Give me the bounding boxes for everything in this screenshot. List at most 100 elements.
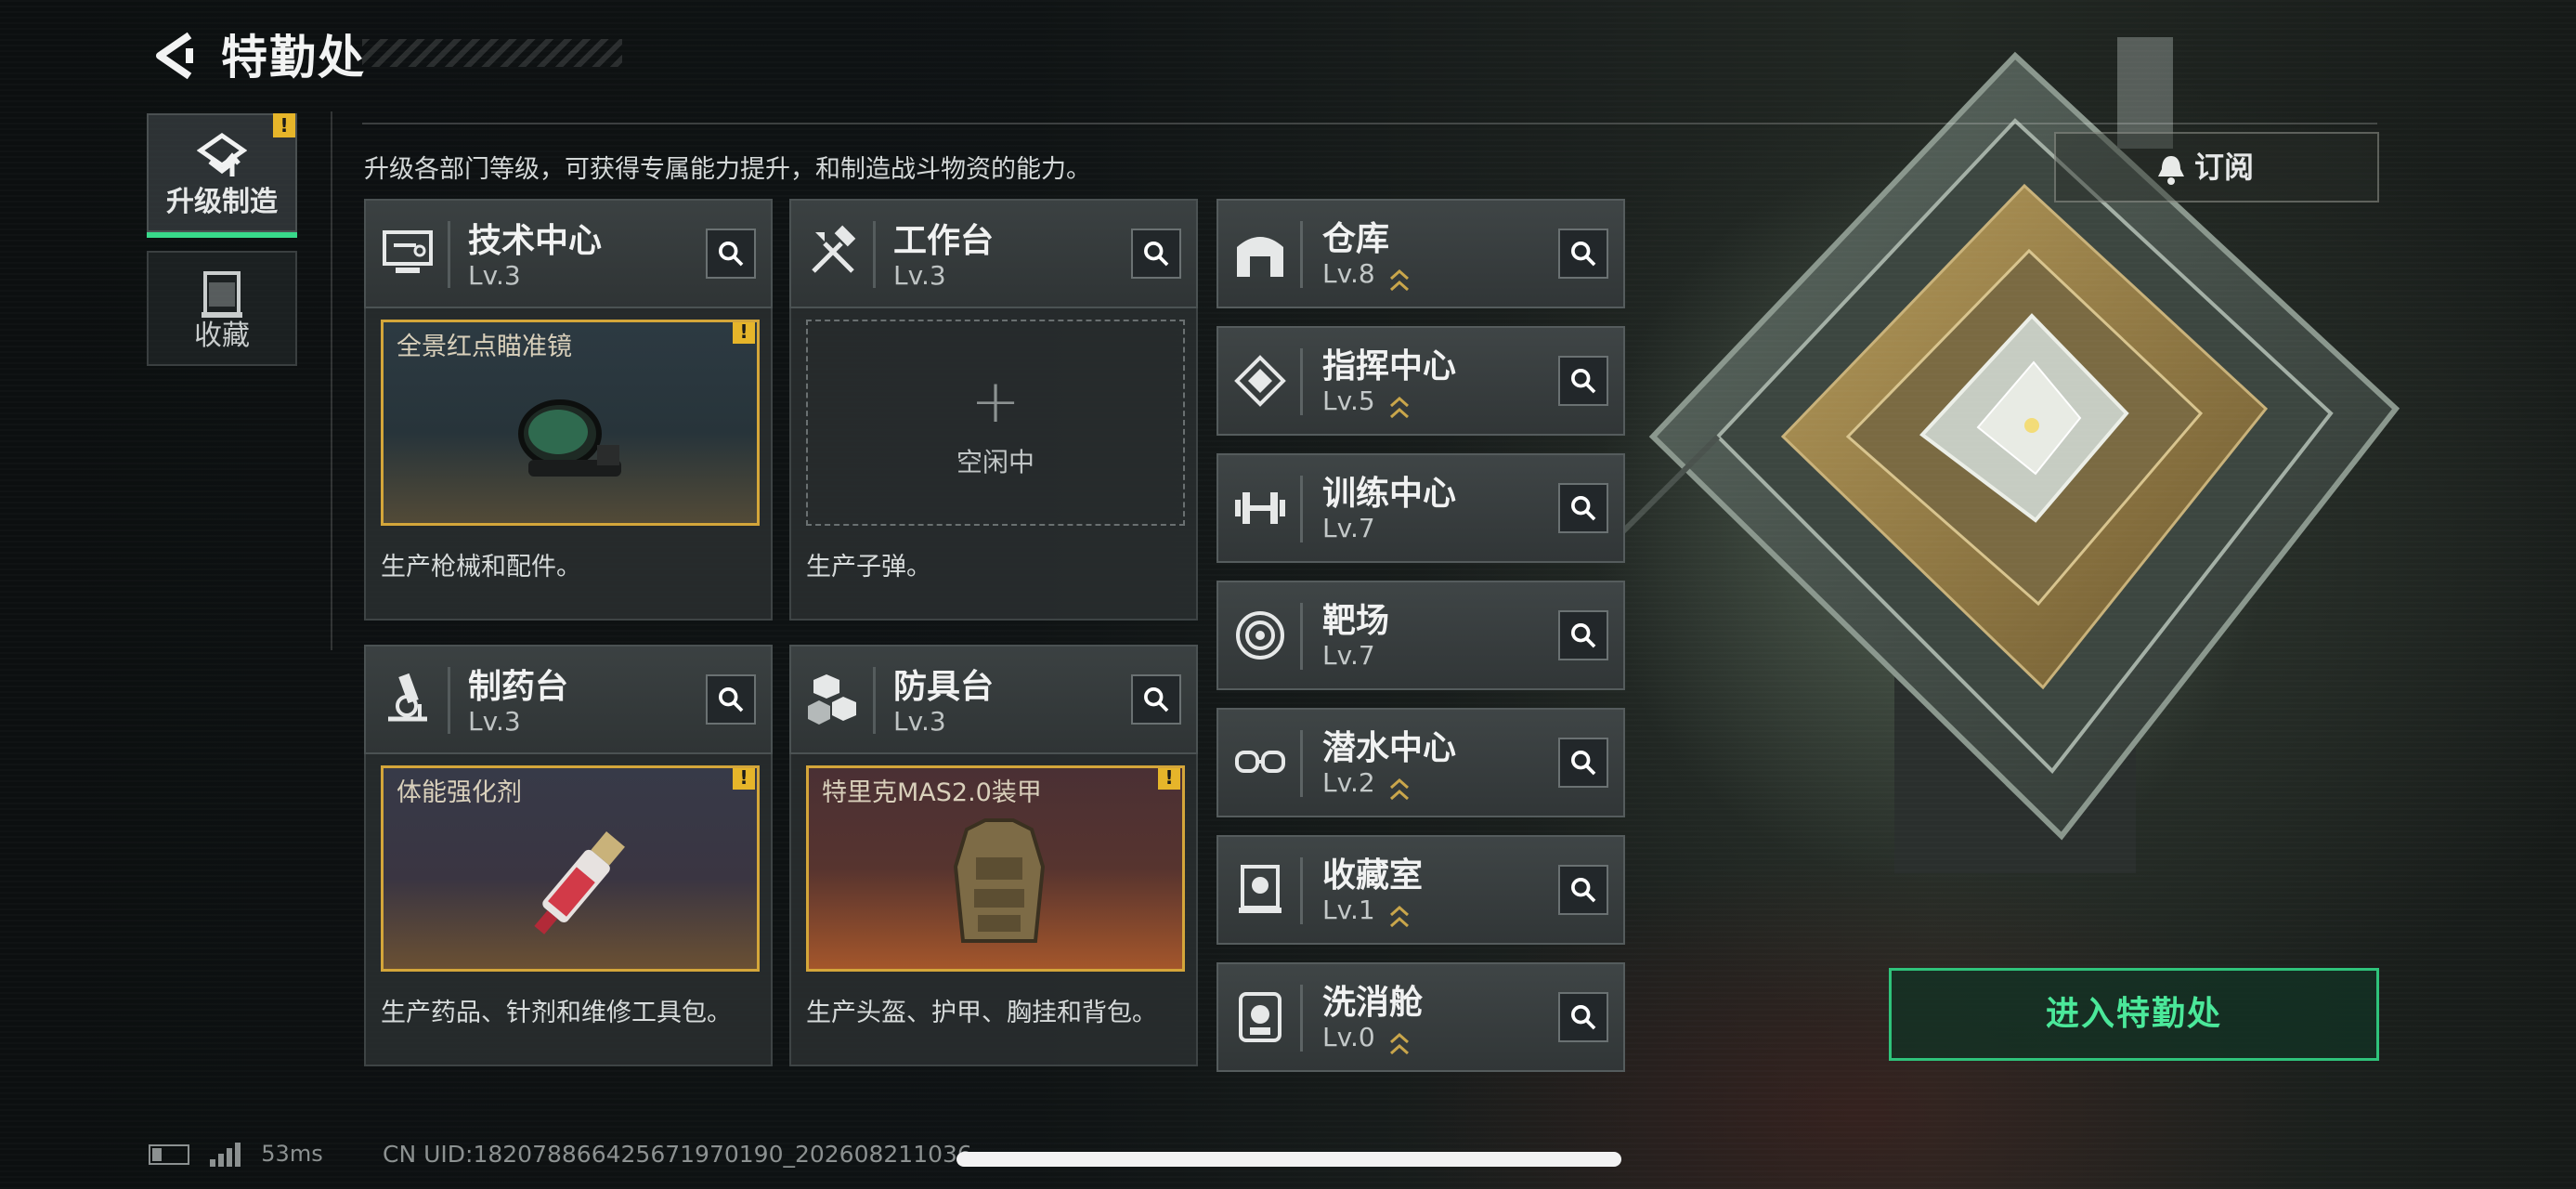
card-description: 生产头盔、护甲、胸挂和背包。 bbox=[806, 999, 1157, 1027]
warning-badge: ! bbox=[733, 768, 755, 790]
card-tech-center[interactable]: 技术中心 Lv.3 bbox=[364, 199, 773, 308]
monitor-icon bbox=[383, 230, 433, 273]
divider bbox=[331, 111, 332, 650]
ping-value: 53ms bbox=[261, 1141, 323, 1167]
add-icon: + bbox=[970, 368, 1021, 437]
decon-icon bbox=[1239, 992, 1281, 1042]
page-description: 升级各部门等级，可获得专属能力提升，和制造战斗物资的能力。 bbox=[364, 155, 1091, 184]
card-name: 防具台 bbox=[893, 668, 995, 706]
room-name: 洗消舱 bbox=[1322, 984, 1424, 1022]
card-pharmacy-body[interactable]: 体能强化剂 ! 生产药品、针剂和维修工具包。 bbox=[364, 754, 773, 1066]
goggles-icon bbox=[1235, 751, 1285, 773]
upgrade-chevron-icon bbox=[1390, 777, 1409, 801]
warehouse-icon bbox=[1237, 237, 1283, 277]
separator bbox=[448, 221, 450, 288]
room-name: 训练中心 bbox=[1322, 475, 1457, 513]
room-collection-room[interactable]: 收藏室 Lv.1 bbox=[1216, 835, 1625, 945]
search-icon[interactable] bbox=[706, 229, 756, 279]
signal-icon bbox=[209, 1143, 241, 1167]
production-slot[interactable]: 特里克MAS2.0装甲 ! bbox=[806, 765, 1185, 972]
tab-collection-label: 收藏 bbox=[194, 320, 250, 352]
card-name: 制药台 bbox=[468, 668, 569, 706]
search-icon[interactable] bbox=[1558, 992, 1608, 1042]
divider bbox=[362, 123, 2377, 124]
search-icon[interactable] bbox=[1131, 229, 1181, 279]
room-training-center[interactable]: 训练中心 Lv.7 bbox=[1216, 453, 1625, 563]
room-level: Lv.7 bbox=[1322, 513, 1375, 543]
card-description: 生产药品、针剂和维修工具包。 bbox=[381, 999, 732, 1027]
enter-special-ops-button[interactable]: 进入特勤处 bbox=[1889, 968, 2379, 1061]
search-icon[interactable] bbox=[1558, 229, 1608, 279]
home-indicator[interactable] bbox=[956, 1152, 1621, 1167]
room-level: Lv.2 bbox=[1322, 767, 1375, 798]
card-name: 技术中心 bbox=[468, 222, 603, 260]
title-decoration bbox=[362, 39, 622, 67]
command-icon bbox=[1234, 355, 1286, 407]
card-level: Lv.3 bbox=[893, 260, 946, 291]
production-slot[interactable]: 全景红点瞄准镜 ! bbox=[381, 320, 760, 526]
tab-upgrade-craft[interactable]: 升级制造 ! bbox=[147, 113, 297, 238]
tab-collection[interactable]: 收藏 bbox=[147, 251, 297, 366]
upgrade-chevron-icon bbox=[1390, 1032, 1409, 1055]
user-uid: CN UID:1820788664256719701​90_2026082110… bbox=[383, 1141, 972, 1168]
search-icon[interactable] bbox=[1131, 674, 1181, 725]
separator bbox=[1300, 348, 1303, 415]
room-level: Lv.8 bbox=[1322, 258, 1375, 289]
separator bbox=[1300, 603, 1303, 670]
dumbbell-icon bbox=[1235, 492, 1285, 524]
room-level: Lv.5 bbox=[1322, 385, 1375, 416]
product-name: 特里克MAS2.0装甲 bbox=[822, 778, 1042, 807]
card-pharmacy[interactable]: 制药台 Lv.3 bbox=[364, 645, 773, 754]
product-name: 全景红点瞄准镜 bbox=[397, 333, 572, 361]
room-diving-center[interactable]: 潜水中心 Lv.2 bbox=[1216, 708, 1625, 817]
product-name: 体能强化剂 bbox=[397, 778, 522, 807]
card-armor-bench-body[interactable]: 特里克MAS2.0装甲 ! 生产头盔、护甲、胸挂和背包。 bbox=[789, 754, 1198, 1066]
production-slot[interactable]: 体能强化剂 ! bbox=[381, 765, 760, 972]
room-level: Lv.1 bbox=[1322, 895, 1375, 925]
tab-upgrade-craft-label: 升级制造 bbox=[166, 186, 278, 218]
warning-badge: ! bbox=[733, 322, 755, 344]
search-icon[interactable] bbox=[1558, 865, 1608, 915]
card-workbench-body[interactable]: + 空闲中 生产子弹。 bbox=[789, 308, 1198, 621]
room-name: 潜水中心 bbox=[1322, 729, 1457, 767]
warning-badge: ! bbox=[273, 113, 295, 137]
search-icon[interactable] bbox=[706, 674, 756, 725]
subscribe-button[interactable]: 订阅 bbox=[2054, 132, 2379, 203]
warning-badge: ! bbox=[1158, 768, 1180, 790]
card-tech-center-body[interactable]: 全景红点瞄准镜 ! 生产枪械和配件。 bbox=[364, 308, 773, 621]
idle-label: 空闲中 bbox=[956, 447, 1034, 477]
trophy-icon bbox=[1239, 865, 1281, 913]
room-command-center[interactable]: 指挥中心 Lv.5 bbox=[1216, 326, 1625, 436]
back-arrow-icon[interactable] bbox=[149, 28, 204, 84]
separator bbox=[448, 667, 450, 734]
room-name: 指挥中心 bbox=[1322, 347, 1457, 385]
battery-icon bbox=[149, 1144, 189, 1165]
card-workbench[interactable]: 工作台 Lv.3 bbox=[789, 199, 1198, 308]
card-level: Lv.3 bbox=[893, 706, 946, 737]
card-level: Lv.3 bbox=[468, 260, 521, 291]
page-title: 特勤处 bbox=[221, 31, 366, 85]
card-level: Lv.3 bbox=[468, 706, 521, 737]
search-icon[interactable] bbox=[1558, 483, 1608, 533]
body-armor-image bbox=[953, 818, 1046, 943]
room-decon-chamber[interactable]: 洗消舱 Lv.0 bbox=[1216, 962, 1625, 1072]
cubes-icon bbox=[808, 674, 856, 725]
empty-production-slot[interactable]: + 空闲中 bbox=[806, 320, 1185, 526]
card-name: 工作台 bbox=[893, 222, 995, 260]
room-name: 仓库 bbox=[1322, 220, 1390, 258]
search-icon[interactable] bbox=[1558, 738, 1608, 788]
separator bbox=[1300, 985, 1303, 1052]
room-shooting-range[interactable]: 靶场 Lv.7 bbox=[1216, 581, 1625, 690]
search-icon[interactable] bbox=[1558, 356, 1608, 406]
room-name: 靶场 bbox=[1322, 602, 1390, 640]
target-icon bbox=[1236, 611, 1284, 660]
room-warehouse[interactable]: 仓库 Lv.8 bbox=[1216, 199, 1625, 308]
separator bbox=[1300, 730, 1303, 797]
upgrade-chevron-icon bbox=[1390, 905, 1409, 928]
card-description: 生产子弹。 bbox=[806, 553, 931, 581]
subscribe-icon bbox=[2158, 156, 2184, 185]
separator bbox=[1300, 221, 1303, 288]
subscribe-label: 订阅 bbox=[2193, 150, 2254, 185]
search-icon[interactable] bbox=[1558, 610, 1608, 660]
card-armor-bench[interactable]: 防具台 Lv.3 bbox=[789, 645, 1198, 754]
